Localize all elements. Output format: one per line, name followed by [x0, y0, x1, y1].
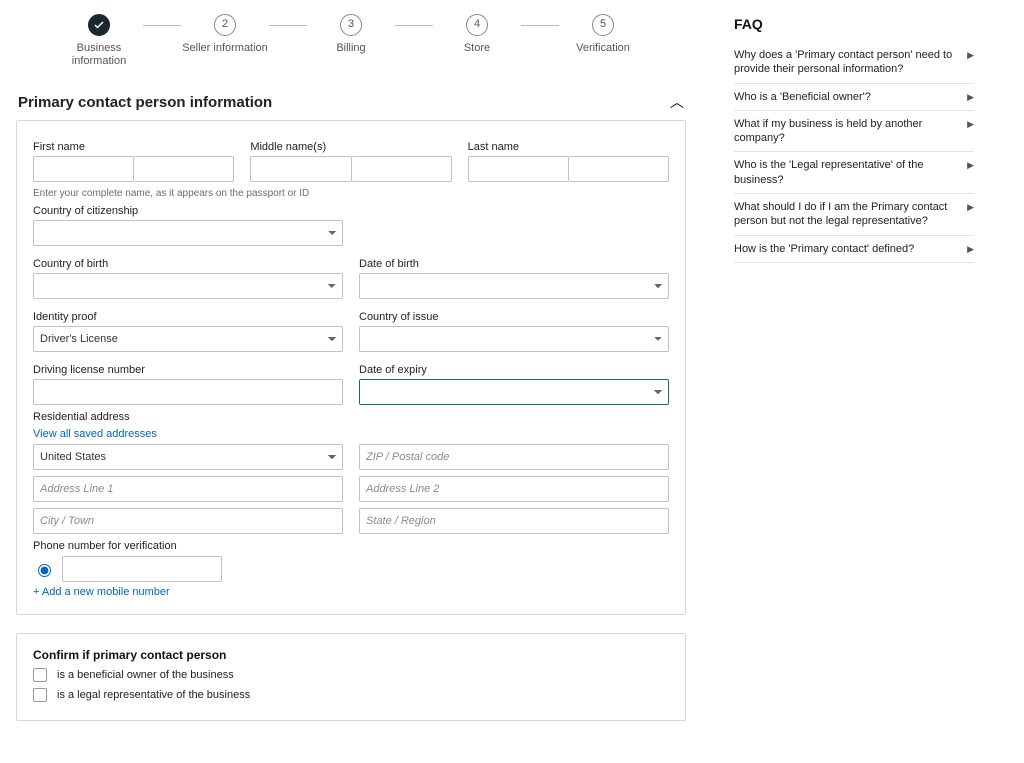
- chevron-up-icon: ︿: [670, 92, 684, 112]
- step-connector: [521, 25, 559, 26]
- triangle-right-icon: ▶: [967, 50, 974, 62]
- checkbox-label: is a legal representative of the busines…: [57, 689, 250, 701]
- citizenship-label: Country of citizenship: [33, 205, 669, 217]
- view-saved-addresses-link[interactable]: View all saved addresses: [33, 428, 157, 440]
- faq-item[interactable]: Who is a 'Beneficial owner'? ▶: [734, 84, 974, 111]
- phone-label: Phone number for verification: [33, 540, 669, 552]
- faq-item[interactable]: What should I do if I am the Primary con…: [734, 194, 974, 236]
- name-hint: Enter your complete name, as it appears …: [33, 188, 669, 199]
- phone-input[interactable]: [62, 556, 222, 582]
- license-number-label: Driving license number: [33, 364, 343, 376]
- triangle-right-icon: ▶: [967, 92, 974, 104]
- triangle-right-icon: ▶: [967, 119, 974, 131]
- birth-country-select[interactable]: [33, 273, 343, 299]
- citizenship-select[interactable]: [33, 220, 343, 246]
- faq-question: Who is a 'Beneficial owner'?: [734, 90, 959, 104]
- section-header[interactable]: Primary contact person information ︿: [16, 88, 686, 120]
- address-line-2-input[interactable]: [359, 476, 669, 502]
- middle-names-label: Middle name(s): [250, 141, 451, 153]
- first-name-input[interactable]: [33, 156, 134, 182]
- residential-address-label: Residential address: [33, 411, 669, 423]
- last-name-label: Last name: [468, 141, 669, 153]
- middle-name-input[interactable]: [250, 156, 351, 182]
- step-verification: 5 Verification: [559, 14, 647, 55]
- faq-question: What if my business is held by another c…: [734, 117, 959, 146]
- faq-question: How is the 'Primary contact' defined?: [734, 242, 959, 256]
- section-title: Primary contact person information: [18, 94, 272, 111]
- date-of-expiry-select[interactable]: [359, 379, 669, 405]
- identity-proof-label: Identity proof: [33, 311, 343, 323]
- checkbox-icon: [33, 688, 47, 702]
- triangle-right-icon: ▶: [967, 160, 974, 172]
- step-label: Verification: [576, 42, 630, 55]
- faq-item[interactable]: Why does a 'Primary contact person' need…: [734, 42, 974, 84]
- dob-select[interactable]: [359, 273, 669, 299]
- confirm-title: Confirm if primary contact person: [33, 648, 669, 662]
- step-label: Billing: [336, 42, 365, 55]
- country-of-issue-label: Country of issue: [359, 311, 669, 323]
- phone-radio[interactable]: [38, 564, 51, 577]
- middle-name-input-2[interactable]: [352, 156, 452, 182]
- triangle-right-icon: ▶: [967, 244, 974, 256]
- step-label: Seller information: [182, 42, 268, 55]
- step-circle: 3: [340, 14, 362, 36]
- faq-item[interactable]: Who is the 'Legal representative' of the…: [734, 152, 974, 194]
- dob-label: Date of birth: [359, 258, 669, 270]
- step-circle: 2: [214, 14, 236, 36]
- checkbox-label: is a beneficial owner of the business: [57, 669, 234, 681]
- faq-question: What should I do if I am the Primary con…: [734, 200, 959, 229]
- last-name-input[interactable]: [468, 156, 569, 182]
- step-billing: 3 Billing: [307, 14, 395, 55]
- step-seller-information: 2 Seller information: [181, 14, 269, 55]
- confirm-card: Confirm if primary contact person is a b…: [16, 633, 686, 721]
- step-connector: [269, 25, 307, 26]
- faq-title: FAQ: [734, 16, 974, 32]
- contact-form-card: First name Middle name(s) Last name: [16, 120, 686, 615]
- legal-representative-checkbox[interactable]: is a legal representative of the busines…: [33, 688, 669, 702]
- address-line-1-input[interactable]: [33, 476, 343, 502]
- progress-stepper: Business information 2 Seller informatio…: [16, 14, 686, 68]
- address-country-select[interactable]: United States: [33, 444, 343, 470]
- date-of-expiry-label: Date of expiry: [359, 364, 669, 376]
- license-number-input[interactable]: [33, 379, 343, 405]
- step-circle-done: [88, 14, 110, 36]
- step-circle: 4: [466, 14, 488, 36]
- faq-item[interactable]: What if my business is held by another c…: [734, 111, 974, 153]
- step-connector: [143, 25, 181, 26]
- step-store: 4 Store: [433, 14, 521, 55]
- city-input[interactable]: [33, 508, 343, 534]
- checkbox-icon: [33, 668, 47, 682]
- faq-question: Why does a 'Primary contact person' need…: [734, 48, 959, 77]
- faq-question: Who is the 'Legal representative' of the…: [734, 158, 959, 187]
- step-label: Store: [464, 42, 490, 55]
- step-label: Business information: [55, 42, 143, 68]
- faq-panel: FAQ Why does a 'Primary contact person' …: [734, 12, 974, 739]
- check-icon: [93, 19, 105, 31]
- first-name-input-2[interactable]: [134, 156, 234, 182]
- state-input[interactable]: [359, 508, 669, 534]
- country-of-issue-select[interactable]: [359, 326, 669, 352]
- identity-proof-select[interactable]: Driver's License: [33, 326, 343, 352]
- add-mobile-link[interactable]: + Add a new mobile number: [33, 586, 170, 598]
- beneficial-owner-checkbox[interactable]: is a beneficial owner of the business: [33, 668, 669, 682]
- first-name-label: First name: [33, 141, 234, 153]
- birth-country-label: Country of birth: [33, 258, 343, 270]
- last-name-input-2[interactable]: [569, 156, 669, 182]
- step-circle: 5: [592, 14, 614, 36]
- step-business-information: Business information: [55, 14, 143, 68]
- step-connector: [395, 25, 433, 26]
- faq-item[interactable]: How is the 'Primary contact' defined? ▶: [734, 236, 974, 263]
- triangle-right-icon: ▶: [967, 202, 974, 214]
- zip-input[interactable]: [359, 444, 669, 470]
